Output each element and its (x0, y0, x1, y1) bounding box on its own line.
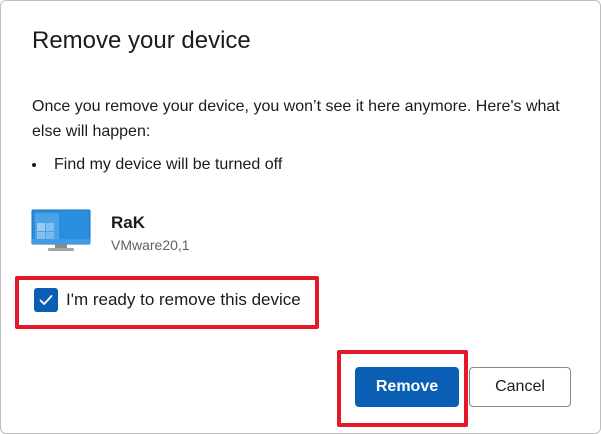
device-name: RaK (111, 213, 146, 232)
bullet-text: Find my device will be turned off (54, 156, 283, 173)
remove-device-dialog: Remove your device Once you remove your … (0, 0, 601, 434)
device-model: VMware20,1 (111, 237, 190, 253)
ready-to-remove-checkbox[interactable]: I'm ready to remove this device (34, 288, 301, 312)
remove-button[interactable]: Remove (355, 367, 459, 407)
list-item: Find my device will be turned off (32, 156, 282, 174)
cancel-button[interactable]: Cancel (469, 367, 571, 407)
bullet-icon (32, 163, 36, 167)
dialog-title: Remove your device (32, 27, 251, 54)
device-text: RaK VMware20,1 (111, 209, 190, 253)
consequence-list: Find my device will be turned off (32, 156, 282, 174)
monitor-icon (31, 209, 91, 251)
checkbox-label[interactable]: I'm ready to remove this device (66, 290, 301, 310)
dialog-description: Once you remove your device, you won’t s… (32, 98, 560, 140)
device-info: RaK VMware20,1 (31, 209, 190, 253)
checkbox-checked-icon[interactable] (34, 288, 58, 312)
